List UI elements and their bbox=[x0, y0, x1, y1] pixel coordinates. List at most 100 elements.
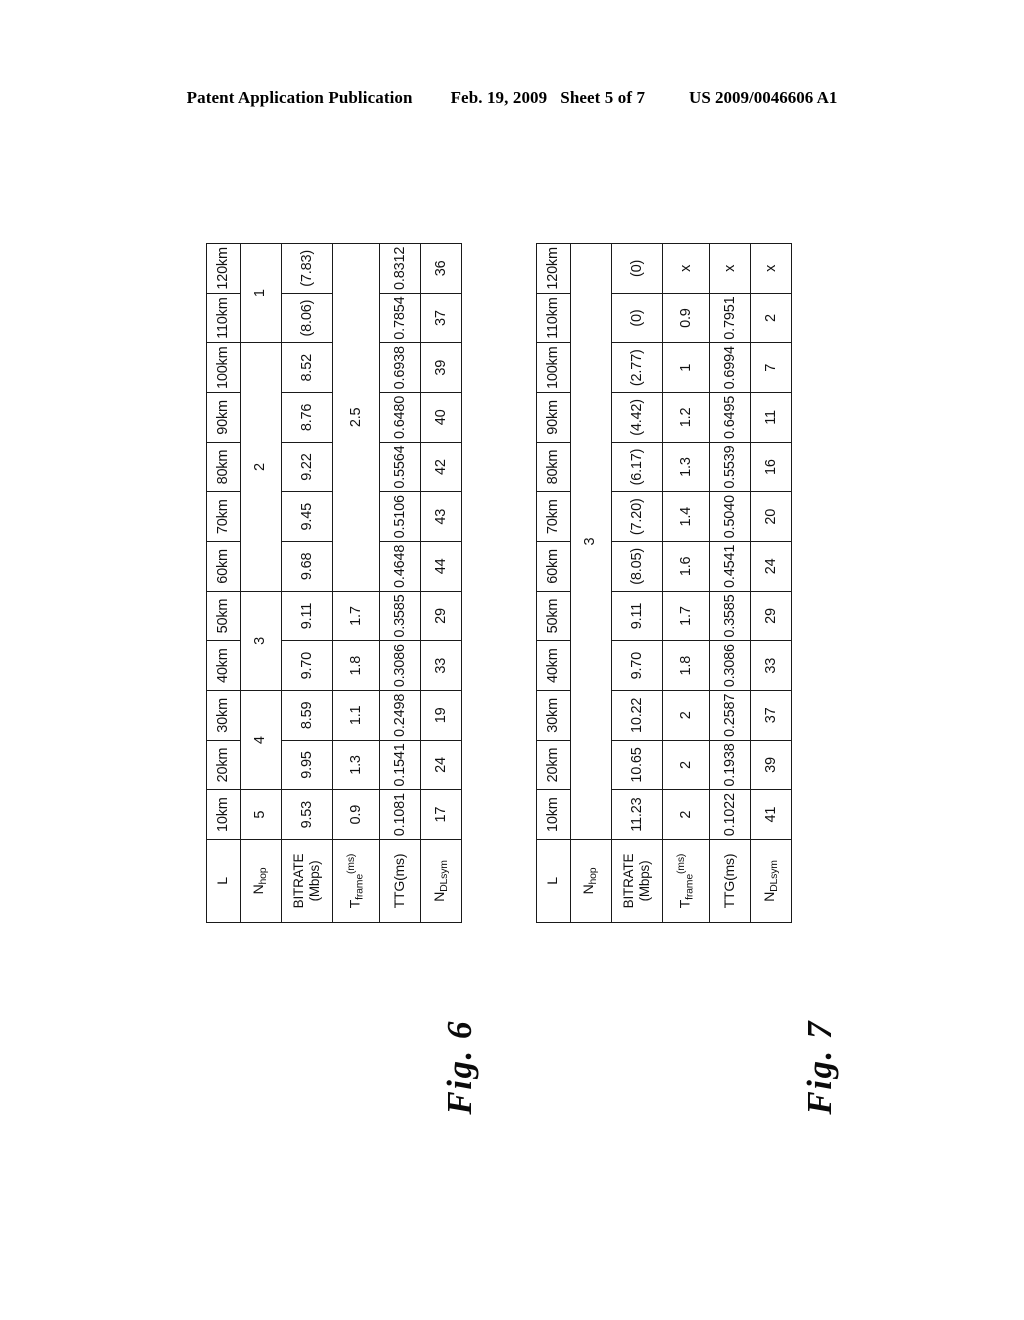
cell-ttg-8: 0.5564 bbox=[379, 442, 421, 492]
column-header-6: 60km bbox=[206, 541, 241, 592]
cell-ndlsym-12: x bbox=[750, 243, 792, 294]
cell-ttg-5: 0.3585 bbox=[379, 591, 421, 641]
column-header-4: 40km bbox=[536, 640, 571, 691]
cell-ndlsym-1: 17 bbox=[420, 789, 462, 840]
cell-bitrate-11: (0) bbox=[611, 293, 663, 343]
cell-tframe-12: x bbox=[662, 243, 710, 294]
cell-tframe-4: 1.8 bbox=[662, 640, 710, 691]
page-header: Patent Application Publication Feb. 19, … bbox=[0, 88, 1024, 108]
figure-6-table: L 10km 20km 30km 40km 50km 60km 70km 80km 90km 100… bbox=[206, 243, 462, 923]
cell-ttg-6: 0.4648 bbox=[379, 541, 421, 592]
cell-ndlsym-1: 41 bbox=[750, 789, 792, 840]
row-label-ndlsym: NDLsym bbox=[750, 839, 792, 923]
column-header-1: 10km bbox=[536, 789, 571, 840]
table-row-ndlsym: NDLsym 17 24 19 33 29 44 43 42 40 39 37 36 bbox=[420, 243, 462, 923]
cell-ttg-1: 0.1081 bbox=[379, 789, 421, 840]
cell-tframe-3: 2 bbox=[662, 690, 710, 741]
cell-nhop-5: 1 bbox=[240, 243, 282, 343]
cell-bitrate-8: 9.22 bbox=[281, 442, 333, 492]
cell-tframe-6: 1.6 bbox=[662, 541, 710, 592]
cell-tframe-5: 1.7 bbox=[662, 591, 710, 641]
cell-bitrate-5: 9.11 bbox=[281, 591, 333, 641]
row-label-bitrate: BITRATE (Mbps) bbox=[611, 839, 663, 923]
cell-ndlsym-8: 16 bbox=[750, 442, 792, 492]
cell-tframe-3: 1.1 bbox=[332, 690, 380, 741]
cell-bitrate-1: 9.53 bbox=[281, 789, 333, 840]
table-row-ndlsym: NDLsym 41 39 37 33 29 24 20 16 11 7 2 x bbox=[750, 243, 792, 923]
cell-ndlsym-2: 39 bbox=[750, 740, 792, 790]
table-row-nhop: Nhop 3 bbox=[570, 243, 612, 923]
column-header-10: 100km bbox=[536, 342, 571, 393]
figure-7-table: L 10km 20km 30km 40km 50km 60km 70km 80km 90km 100… bbox=[536, 243, 792, 923]
header-patent-number: US 2009/0046606 A1 bbox=[689, 88, 838, 107]
column-header-11: 110km bbox=[536, 293, 571, 343]
cell-ndlsym-9: 40 bbox=[420, 392, 462, 443]
cell-tframe-4: 1.8 bbox=[332, 640, 380, 691]
header-sheet: Sheet 5 of 7 bbox=[560, 88, 646, 107]
column-header-7: 70km bbox=[206, 491, 241, 542]
cell-bitrate-9: 8.76 bbox=[281, 392, 333, 443]
cell-ttg-6: 0.4541 bbox=[709, 541, 751, 592]
table-row-tframe: Tframe(ms) 2 2 2 1.8 1.7 1.6 1.4 1.3 1.2 1 0.9 x bbox=[662, 243, 710, 923]
cell-nhop-3: 3 bbox=[240, 591, 282, 691]
row-label-ttg: TTG(ms) bbox=[379, 839, 421, 923]
cell-ndlsym-5: 29 bbox=[420, 591, 462, 641]
column-header-6: 60km bbox=[536, 541, 571, 592]
figure-7-table-body: L 10km 20km 30km 40km 50km 60km 70km 80km 90km 100… bbox=[536, 243, 792, 923]
column-header-5: 50km bbox=[536, 591, 571, 641]
cell-ndlsym-4: 33 bbox=[420, 640, 462, 691]
cell-ttg-5: 0.3585 bbox=[709, 591, 751, 641]
cell-bitrate-10: 8.52 bbox=[281, 342, 333, 393]
cell-bitrate-3: 8.59 bbox=[281, 690, 333, 741]
cell-bitrate-2: 10.65 bbox=[611, 740, 663, 790]
column-header-7: 70km bbox=[536, 491, 571, 542]
cell-ttg-12: x bbox=[709, 243, 751, 294]
row-label-bitrate: BITRATE (Mbps) bbox=[281, 839, 333, 923]
cell-ttg-3: 0.2498 bbox=[379, 690, 421, 741]
header-publication: Patent Application Publication bbox=[186, 88, 413, 107]
cell-bitrate-10: (2.77) bbox=[611, 342, 663, 393]
row-label-ttg: TTG(ms) bbox=[709, 839, 751, 923]
cell-ndlsym-3: 19 bbox=[420, 690, 462, 741]
cell-ttg-9: 0.6480 bbox=[379, 392, 421, 443]
cell-ndlsym-2: 24 bbox=[420, 740, 462, 790]
row-label-ndlsym: NDLsym bbox=[420, 839, 462, 923]
cell-bitrate-11: (8.06) bbox=[281, 293, 333, 343]
cell-ttg-2: 0.1938 bbox=[709, 740, 751, 790]
column-header-5: 50km bbox=[206, 591, 241, 641]
figure-7-rotation-wrapper: L 10km 20km 30km 40km 50km 60km 70km 80km 90km 100… bbox=[536, 243, 792, 923]
cell-tframe-9: 1.2 bbox=[662, 392, 710, 443]
cell-bitrate-7: 9.45 bbox=[281, 491, 333, 542]
cell-ttg-4: 0.3086 bbox=[379, 640, 421, 691]
corner-label: L bbox=[206, 839, 241, 923]
cell-ndlsym-5: 29 bbox=[750, 591, 792, 641]
cell-ttg-8: 0.5539 bbox=[709, 442, 751, 492]
cell-ndlsym-4: 33 bbox=[750, 640, 792, 691]
cell-tframe-2: 1.3 bbox=[332, 740, 380, 790]
cell-ttg-10: 0.6938 bbox=[379, 342, 421, 393]
cell-ndlsym-7: 43 bbox=[420, 491, 462, 542]
cell-ndlsym-6: 24 bbox=[750, 541, 792, 592]
cell-ttg-11: 0.7854 bbox=[379, 293, 421, 343]
cell-ttg-11: 0.7951 bbox=[709, 293, 751, 343]
cell-ndlsym-6: 44 bbox=[420, 541, 462, 592]
corner-label: L bbox=[536, 839, 571, 923]
cell-ndlsym-11: 2 bbox=[750, 293, 792, 343]
cell-bitrate-12: (7.83) bbox=[281, 243, 333, 294]
cell-tframe-1: 0.9 bbox=[332, 789, 380, 840]
cell-tframe-8: 1.3 bbox=[662, 442, 710, 492]
figure-7-caption: Fig. 7 bbox=[800, 1020, 839, 1115]
cell-ndlsym-12: 36 bbox=[420, 243, 462, 294]
cell-bitrate-7: (7.20) bbox=[611, 491, 663, 542]
cell-tframe-11: 0.9 bbox=[662, 293, 710, 343]
figure-6-rotation-wrapper: L 10km 20km 30km 40km 50km 60km 70km 80km 90km 100… bbox=[206, 243, 462, 923]
row-label-nhop: Nhop bbox=[570, 839, 612, 923]
cell-ndlsym-9: 11 bbox=[750, 392, 792, 443]
cell-nhop-1: 5 bbox=[240, 789, 282, 840]
cell-nhop-1: 3 bbox=[570, 243, 612, 840]
cell-ndlsym-11: 37 bbox=[420, 293, 462, 343]
cell-ttg-7: 0.5040 bbox=[709, 491, 751, 542]
column-header-2: 20km bbox=[536, 740, 571, 790]
cell-ndlsym-3: 37 bbox=[750, 690, 792, 741]
column-header-11: 110km bbox=[206, 293, 241, 343]
